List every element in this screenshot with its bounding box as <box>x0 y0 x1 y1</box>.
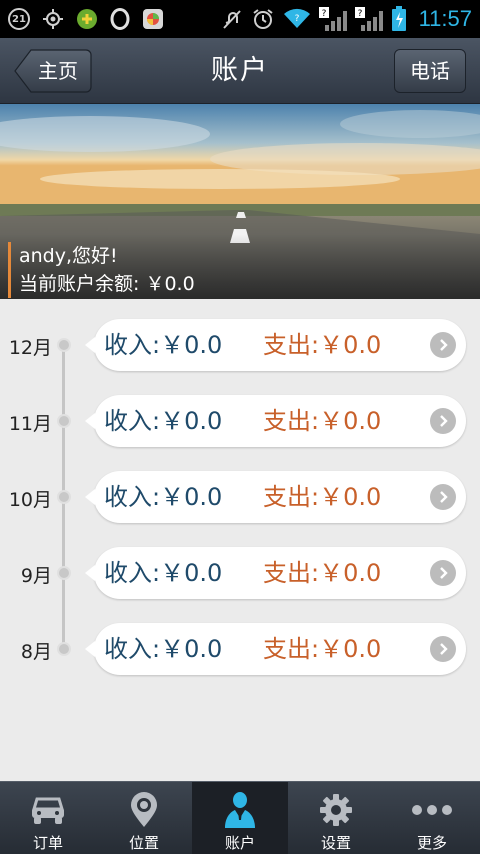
alarm-icon <box>251 7 275 31</box>
tab-label: 更多 <box>416 834 447 852</box>
svg-text:?: ? <box>294 14 299 24</box>
gear-icon <box>320 792 352 828</box>
card-pointer <box>85 413 95 429</box>
notification-count-icon: 21 <box>8 8 30 30</box>
timeline-dot <box>57 490 71 504</box>
car-icon <box>31 792 65 828</box>
month-label: 11月 <box>8 413 52 435</box>
month-row: 12月 收入:￥0.0 支出:￥0.0 <box>0 319 480 371</box>
tab-label: 位置 <box>128 834 159 852</box>
tab-settings[interactable]: 设置 <box>288 782 384 854</box>
month-summary-card[interactable]: 收入:￥0.0 支出:￥0.0 <box>85 547 466 599</box>
card-pointer <box>85 641 95 657</box>
month-row: 9月 收入:￥0.0 支出:￥0.0 <box>0 547 480 599</box>
greeting-text: andy,您好! <box>19 245 118 267</box>
tab-more[interactable]: 更多 <box>384 782 480 854</box>
title-bar: 账户 主页 电话 <box>0 38 480 104</box>
chevron-right-icon[interactable] <box>430 484 456 510</box>
expense-amount: 支出:￥0.0 <box>263 331 382 359</box>
tab-account[interactable]: 账户 <box>192 782 288 854</box>
timeline-dot <box>57 642 71 656</box>
greeting-block: andy,您好! 当前账户余额: ￥0.0 <box>8 242 195 298</box>
app-icon <box>76 8 98 30</box>
back-home-button[interactable]: 主页 <box>14 49 92 93</box>
tab-label: 设置 <box>320 834 351 852</box>
income-amount: 收入:￥0.0 <box>104 635 223 663</box>
month-row: 10月 收入:￥0.0 支出:￥0.0 <box>0 471 480 523</box>
month-label: 8月 <box>20 641 52 663</box>
expense-amount: 支出:￥0.0 <box>263 559 382 587</box>
status-bar: 21 ? ? ? 11:57 <box>0 0 480 38</box>
month-label: 10月 <box>8 489 52 511</box>
gps-icon <box>42 8 64 30</box>
chevron-right-icon[interactable] <box>430 636 456 662</box>
month-summary-card[interactable]: 收入:￥0.0 支出:￥0.0 <box>85 395 466 447</box>
mute-icon <box>221 8 243 30</box>
tab-label: 订单 <box>32 834 63 852</box>
month-label: 12月 <box>8 337 52 359</box>
user-icon <box>224 792 256 828</box>
signal-icon: ? <box>318 7 347 31</box>
balance-text: 当前账户余额: ￥0.0 <box>19 273 195 295</box>
month-summary-card[interactable]: 收入:￥0.0 支出:￥0.0 <box>85 623 466 675</box>
opera-icon <box>110 8 130 30</box>
battery-icon <box>391 6 407 32</box>
monthly-timeline: 12月 收入:￥0.0 支出:￥0.0 11月 收入:￥0.0 支出:￥0.0 … <box>0 299 480 781</box>
expense-amount: 支出:￥0.0 <box>263 635 382 663</box>
chevron-right-icon[interactable] <box>430 332 456 358</box>
income-amount: 收入:￥0.0 <box>104 331 223 359</box>
bottom-tab-bar: 订单 位置 账户 设置 更多 <box>0 781 480 854</box>
tab-location[interactable]: 位置 <box>96 782 192 854</box>
location-pin-icon <box>129 792 159 828</box>
timeline-dot <box>57 338 71 352</box>
app-icon-2 <box>142 8 164 30</box>
tab-orders[interactable]: 订单 <box>0 782 96 854</box>
more-dots-icon <box>411 792 453 828</box>
back-button-label: 主页 <box>38 59 78 83</box>
card-pointer <box>85 337 95 353</box>
phone-button[interactable]: 电话 <box>394 49 466 93</box>
income-amount: 收入:￥0.0 <box>104 483 223 511</box>
timeline-dot <box>57 566 71 580</box>
income-amount: 收入:￥0.0 <box>104 407 223 435</box>
timeline-dot <box>57 414 71 428</box>
wifi-icon: ? <box>283 8 311 30</box>
account-banner: andy,您好! 当前账户余额: ￥0.0 <box>0 104 480 299</box>
clock: 11:57 <box>418 6 472 31</box>
month-row: 11月 收入:￥0.0 支出:￥0.0 <box>0 395 480 447</box>
month-summary-card[interactable]: 收入:￥0.0 支出:￥0.0 <box>85 471 466 523</box>
card-pointer <box>85 489 95 505</box>
month-row: 8月 收入:￥0.0 支出:￥0.0 <box>0 623 480 675</box>
svg-text:?: ? <box>357 9 362 19</box>
income-amount: 收入:￥0.0 <box>104 559 223 587</box>
svg-text:?: ? <box>321 9 326 19</box>
chevron-right-icon[interactable] <box>430 408 456 434</box>
tab-label: 账户 <box>224 834 255 852</box>
expense-amount: 支出:￥0.0 <box>263 407 382 435</box>
chevron-right-icon[interactable] <box>430 560 456 586</box>
month-summary-card[interactable]: 收入:￥0.0 支出:￥0.0 <box>85 319 466 371</box>
month-label: 9月 <box>20 565 52 587</box>
card-pointer <box>85 565 95 581</box>
signal-icon-2: ? <box>354 7 383 31</box>
expense-amount: 支出:￥0.0 <box>263 483 382 511</box>
